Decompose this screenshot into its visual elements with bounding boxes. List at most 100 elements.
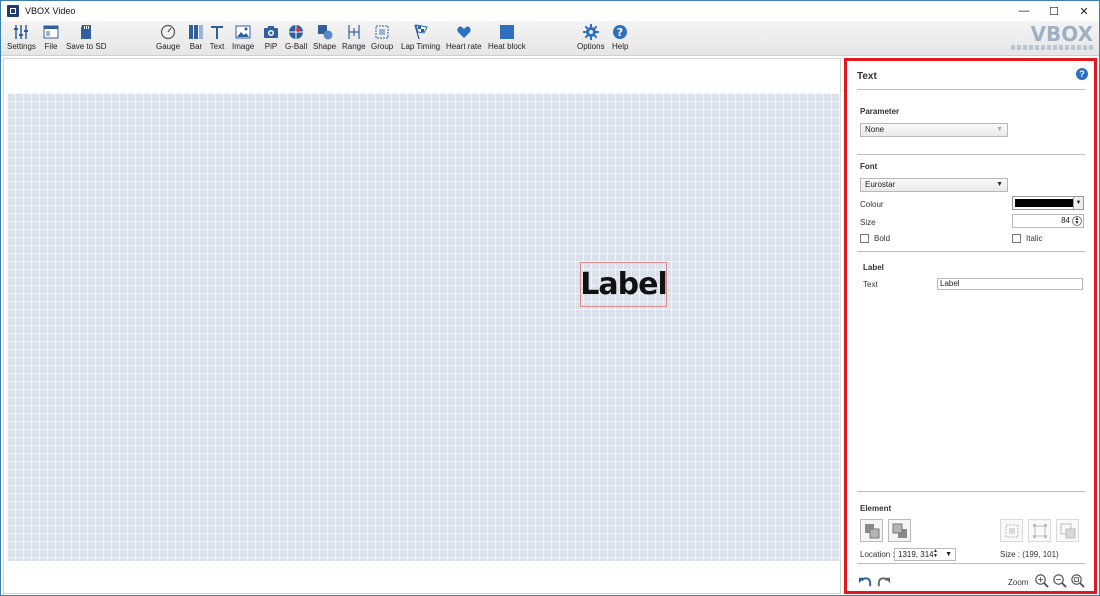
toolbar-label: Help: [612, 42, 629, 51]
bring-forward-button[interactable]: [860, 519, 883, 542]
shape-icon: [317, 25, 333, 40]
toolbar-pip-button[interactable]: PiP: [263, 24, 279, 51]
toolbar-label: PiP: [264, 42, 278, 51]
checkbox-box: [1012, 234, 1021, 243]
element-heading: Element: [860, 504, 892, 513]
chevron-down-icon[interactable]: ▼: [1073, 197, 1083, 209]
vbox-logo: VBOX: [1011, 24, 1093, 52]
toolbar-label: Settings: [7, 42, 36, 51]
g-ball-icon: [289, 25, 304, 39]
font-family-select[interactable]: Eurostar ▼: [860, 178, 1008, 192]
window-controls: — ☐ ✕: [1009, 1, 1099, 21]
vbox-logo-text: VBOX: [1030, 22, 1093, 46]
toolbar-label: Gauge: [156, 42, 181, 51]
toolbar-label: Range: [342, 42, 366, 51]
toolbar-save-to-sd-button[interactable]: Save to SD: [66, 24, 106, 51]
svg-text:?: ?: [617, 26, 623, 39]
toolbar-heart-rate-button[interactable]: Heart rate: [446, 24, 482, 51]
zoom-in-icon: [1034, 574, 1049, 588]
gear-icon: [582, 24, 599, 40]
layout-grid[interactable]: Label: [7, 93, 841, 561]
zoom-out-button[interactable]: [1051, 573, 1067, 588]
camera-icon: [264, 26, 278, 38]
toolbar-label: Heart rate: [446, 42, 482, 51]
colour-label: Colour: [860, 200, 884, 209]
italic-checkbox[interactable]: Italic: [1012, 234, 1042, 243]
size-label: Size: [860, 218, 876, 227]
redo-button[interactable]: [875, 574, 891, 589]
zoom-out-icon: [1052, 574, 1067, 588]
bold-checkbox[interactable]: Bold: [860, 234, 890, 243]
parameter-select[interactable]: None ▼: [860, 123, 1008, 137]
send-backward-icon: [892, 523, 907, 538]
zoom-fit-icon: [1070, 574, 1085, 588]
duplicate-element-button[interactable]: [1056, 519, 1079, 542]
fit-frame-button[interactable]: [1028, 519, 1051, 542]
toolbar-shape-button[interactable]: Shape: [313, 24, 336, 51]
parameter-heading: Parameter: [860, 107, 900, 116]
element-size-text: Size : (199, 101): [1000, 550, 1059, 559]
undo-button[interactable]: [857, 574, 873, 589]
toolbar-g-ball-button[interactable]: G-Ball: [285, 24, 307, 51]
help-icon: ?: [613, 25, 628, 39]
chevron-down-icon: ▼: [996, 126, 1003, 133]
bring-forward-icon: [864, 523, 879, 538]
gauge-icon: [160, 24, 176, 40]
toolbar-text-button[interactable]: Text: [209, 24, 225, 51]
app-logo-icon: [7, 5, 19, 17]
toolbar-label: Shape: [313, 42, 337, 51]
toolbar: Settings File Save to SD Gauge Bar Text …: [1, 21, 1099, 56]
toolbar-image-button[interactable]: Image: [232, 24, 254, 51]
font-size-stepper[interactable]: 84 ▲ ▼: [1012, 214, 1084, 228]
properties-panel: Text ? Parameter None ▼ Font Eurostar ▼ …: [844, 58, 1097, 594]
parameter-value: None: [865, 125, 885, 134]
stepper-arrows-icon[interactable]: ▲ ▼: [1072, 216, 1082, 226]
divider: [857, 89, 1085, 90]
toolbar-gauge-button[interactable]: Gauge: [156, 24, 180, 51]
toolbar-options-button[interactable]: Options: [577, 24, 605, 51]
toolbar-label: Image: [232, 42, 255, 51]
stepper-arrows-icon[interactable]: ▲ ▼: [933, 549, 938, 559]
chevron-down-icon: ▼: [945, 551, 952, 558]
toolbar-settings-button[interactable]: Settings: [7, 24, 36, 51]
toolbar-help-button[interactable]: ? Help: [612, 24, 628, 51]
font-family-value: Eurostar: [865, 180, 896, 189]
toolbar-heat-block-button[interactable]: Heat block: [488, 24, 526, 51]
zoom-fit-button[interactable]: [1069, 573, 1085, 588]
chevron-down-icon: ▼: [996, 181, 1003, 188]
label-text-input[interactable]: Label: [937, 278, 1083, 290]
undo-icon: [858, 577, 871, 587]
window-title: VBOX Video: [25, 6, 76, 16]
colour-picker[interactable]: ▼: [1012, 196, 1084, 210]
toolbar-lap-timing-button[interactable]: Lap Timing: [401, 24, 440, 51]
toolbar-group-button[interactable]: Group: [371, 24, 393, 51]
align-center-button[interactable]: [1000, 519, 1023, 542]
checkered-flag-icon: [413, 24, 428, 40]
checkbox-box: [860, 234, 869, 243]
toolbar-label: Group: [371, 42, 394, 51]
image-icon: [235, 25, 251, 39]
canvas-area[interactable]: Label: [3, 58, 841, 594]
heart-icon: [457, 26, 471, 38]
text-element-content: Label: [580, 267, 667, 302]
location-label: Location :: [860, 550, 895, 559]
divider: [857, 563, 1085, 564]
close-button[interactable]: ✕: [1069, 1, 1099, 21]
zoom-in-button[interactable]: [1033, 573, 1049, 588]
send-backward-button[interactable]: [888, 519, 911, 542]
toolbar-label: Text: [209, 42, 225, 51]
italic-label: Italic: [1026, 234, 1043, 243]
toolbar-range-button[interactable]: Range: [342, 24, 366, 51]
fit-frame-icon: [1032, 523, 1047, 538]
selected-text-element[interactable]: Label: [580, 262, 668, 307]
panel-title: Text: [857, 71, 877, 82]
location-select[interactable]: 1319, 314 ▲ ▼ ▼: [894, 548, 956, 561]
panel-help-icon[interactable]: ?: [1076, 68, 1088, 80]
maximize-button[interactable]: ☐: [1039, 1, 1069, 21]
divider: [857, 251, 1085, 252]
toolbar-file-button[interactable]: File: [43, 24, 59, 51]
minimize-button[interactable]: —: [1009, 1, 1039, 21]
divider: [857, 154, 1085, 155]
sliders-icon: [14, 25, 29, 39]
toolbar-bar-button[interactable]: Bar: [188, 24, 204, 51]
